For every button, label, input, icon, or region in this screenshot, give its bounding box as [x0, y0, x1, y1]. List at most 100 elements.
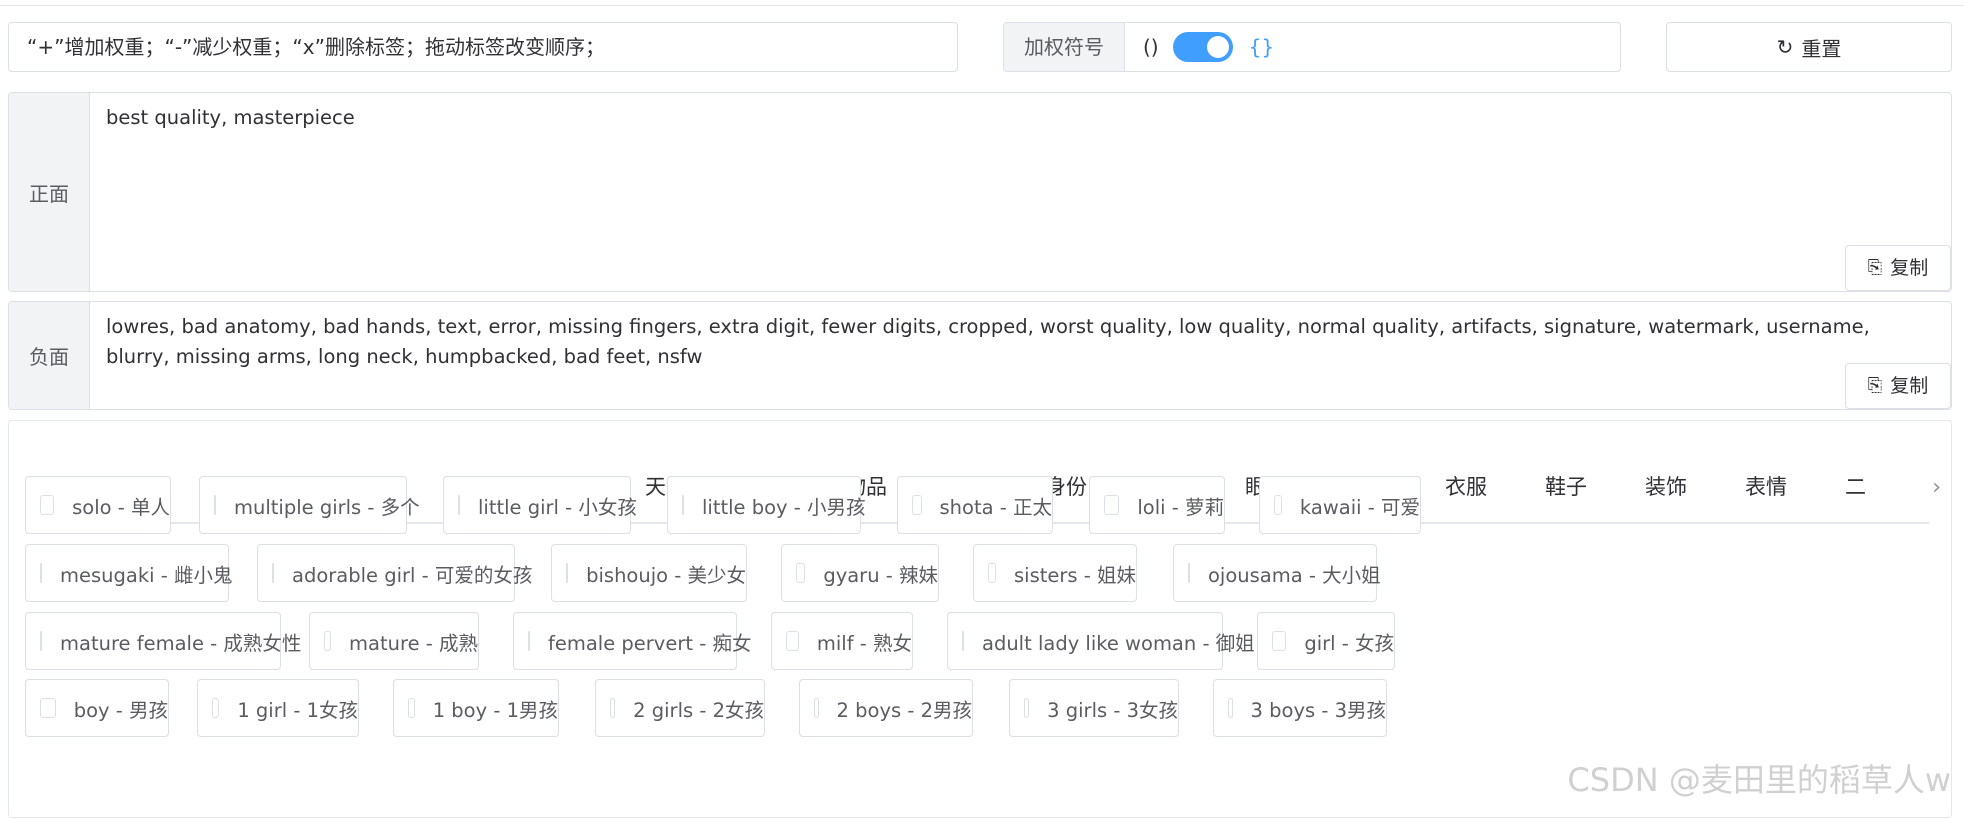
checkbox[interactable] [912, 495, 922, 515]
checkbox[interactable] [458, 495, 460, 515]
checkbox[interactable] [1024, 698, 1030, 718]
checkbox[interactable] [40, 698, 56, 718]
checkbox[interactable] [40, 631, 42, 651]
negative-prompt-content: lowres, bad anatomy, bad hands, text, er… [106, 315, 1870, 368]
checkbox[interactable] [212, 698, 220, 718]
tag-checkbox-item[interactable]: bishoujo - 美少女 [551, 544, 747, 602]
checkbox[interactable] [528, 631, 530, 651]
tag-label: ojousama - 大小姐 [1208, 563, 1381, 587]
tag-label: adorable girl - 可爱的女孩 [292, 563, 533, 587]
checkbox[interactable] [214, 495, 216, 515]
tag-checkbox-item[interactable]: 2 boys - 2男孩 [799, 679, 973, 737]
reset-button-label: 重置 [1801, 36, 1842, 61]
copy-negative-button[interactable]: ⎘ 复制 [1845, 363, 1951, 409]
tag-label: mature female - 成熟女性 [60, 631, 302, 655]
checkbox[interactable] [988, 563, 996, 583]
checkbox[interactable] [40, 495, 55, 515]
weight-symbol-label: 加权符号 [1004, 23, 1125, 71]
tag-checkbox-item[interactable]: 1 girl - 1女孩 [197, 679, 359, 737]
copy-positive-button[interactable]: ⎘ 复制 [1845, 245, 1951, 291]
negative-label: 负面 [9, 302, 90, 409]
tag-label: mesugaki - 雌小鬼 [60, 563, 233, 587]
tag-checkbox-item[interactable]: solo - 单人 [25, 476, 171, 534]
checkbox[interactable] [40, 563, 42, 583]
checkbox[interactable] [324, 631, 332, 651]
tag-label: sisters - 姐妹 [1014, 563, 1136, 587]
tag-label: boy - 男孩 [73, 698, 168, 722]
positive-prompt-content: best quality, masterpiece [106, 106, 355, 129]
tag-label: little girl - 小女孩 [478, 495, 637, 519]
tag-checkbox-item[interactable]: mesugaki - 雌小鬼 [25, 544, 233, 602]
instruction-hint: “+”增加权重；“-”减少权重；“x”删除标签；拖动标签改变顺序； [8, 22, 958, 72]
negative-prompt-box: 负面 lowres, bad anatomy, bad hands, text,… [8, 301, 1952, 410]
tag-checkbox-item[interactable]: loli - 萝莉 [1089, 476, 1225, 534]
tag-checkbox-item[interactable]: 2 girls - 2女孩 [595, 679, 765, 737]
weight-symbol-group: 加权符号 () {} [1003, 22, 1621, 72]
positive-prompt-text[interactable]: best quality, masterpiece ⎘ 复制 [90, 93, 1951, 291]
curly-brace-option[interactable]: {} [1249, 35, 1274, 59]
checkbox[interactable] [272, 563, 274, 583]
negative-prompt-text[interactable]: lowres, bad anatomy, bad hands, text, er… [90, 302, 1951, 409]
tag-checkbox-item[interactable]: shota - 正太 [897, 476, 1053, 534]
checkbox[interactable] [796, 563, 806, 583]
checkbox[interactable] [962, 631, 964, 651]
checkbox[interactable] [1104, 495, 1120, 515]
checkbox[interactable] [1188, 563, 1190, 583]
tag-label: 2 girls - 2女孩 [633, 698, 764, 722]
top-divider [0, 0, 1964, 6]
tag-checkbox-item[interactable]: 3 girls - 3女孩 [1009, 679, 1179, 737]
tag-label: kawaii - 可爱 [1299, 495, 1420, 519]
tag-checkbox-item[interactable]: adult lady like woman - 御姐 [947, 612, 1255, 670]
tag-checkbox-item[interactable]: gyaru - 辣妹 [781, 544, 939, 602]
checkbox[interactable] [1272, 631, 1287, 651]
tag-checkbox-item[interactable]: sisters - 姐妹 [973, 544, 1137, 602]
reset-button[interactable]: ↻ 重置 [1666, 22, 1952, 72]
tag-panel: ‹ 正面常用优秀实践画质风格环境天气场景物品人物身份头发眼睛胸部衣服鞋子装饰表情… [8, 420, 1952, 818]
tag-label: milf - 熟女 [816, 631, 912, 655]
watermark: CSDN @麦田里的稻草人w [1567, 761, 1951, 799]
tag-checkbox-item[interactable]: adorable girl - 可爱的女孩 [257, 544, 532, 602]
positive-prompt-box: 正面 best quality, masterpiece ⎘ 复制 [8, 92, 1952, 292]
copy-icon: ⎘ [1867, 375, 1883, 396]
copy-button-label: 复制 [1890, 375, 1929, 397]
tag-checkbox-item[interactable]: little boy - 小男孩 [667, 476, 866, 534]
weight-symbol-toggle[interactable] [1172, 32, 1233, 62]
checkbox[interactable] [1228, 698, 1233, 718]
tag-checkbox-item[interactable]: girl - 女孩 [1257, 612, 1395, 670]
tag-label: shota - 正太 [939, 495, 1052, 519]
round-paren-option[interactable]: () [1143, 35, 1159, 59]
tag-checkbox-item[interactable]: boy - 男孩 [25, 679, 169, 737]
tag-checkbox-item[interactable]: female pervert - 痴女 [513, 612, 751, 670]
tag-checkbox-item[interactable]: milf - 熟女 [771, 612, 913, 670]
tag-label: gyaru - 辣妹 [823, 563, 938, 587]
tag-label: adult lady like woman - 御姐 [982, 631, 1255, 655]
tag-checkbox-item[interactable]: 1 boy - 1男孩 [393, 679, 559, 737]
checkbox[interactable] [1274, 495, 1282, 515]
tag-label: female pervert - 痴女 [548, 631, 752, 655]
checkbox[interactable] [814, 698, 819, 718]
tag-checkbox-item[interactable]: mature female - 成熟女性 [25, 612, 301, 670]
tag-checkbox-item[interactable]: kawaii - 可爱 [1259, 476, 1421, 534]
checkbox[interactable] [682, 495, 684, 515]
tag-label: multiple girls - 多个 [234, 495, 420, 519]
refresh-icon: ↻ [1776, 35, 1794, 59]
tag-checkbox-item[interactable]: multiple girls - 多个 [199, 476, 420, 534]
tag-label: 1 boy - 1男孩 [432, 698, 558, 722]
weight-symbol-control: () {} [1125, 23, 1274, 71]
tag-label: 1 girl - 1女孩 [237, 698, 358, 722]
tag-checkbox-item[interactable]: mature - 成熟 [309, 612, 479, 670]
tag-label: 3 boys - 3男孩 [1250, 698, 1386, 722]
tag-checkbox-item[interactable]: little girl - 小女孩 [443, 476, 637, 534]
tag-label: loli - 萝莉 [1137, 495, 1224, 519]
tag-label: little boy - 小男孩 [702, 495, 866, 519]
tag-label: mature - 成熟 [349, 631, 478, 655]
tag-checkbox-item[interactable]: ojousama - 大小姐 [1173, 544, 1381, 602]
checkbox[interactable] [610, 698, 616, 718]
positive-label: 正面 [9, 93, 90, 291]
tag-checkbox-item[interactable]: 3 boys - 3男孩 [1213, 679, 1387, 737]
tag-label: solo - 单人 [72, 495, 170, 519]
checkbox[interactable] [786, 631, 799, 651]
checkbox[interactable] [566, 563, 569, 583]
checkbox[interactable] [408, 698, 415, 718]
tag-label: 3 girls - 3女孩 [1047, 698, 1178, 722]
